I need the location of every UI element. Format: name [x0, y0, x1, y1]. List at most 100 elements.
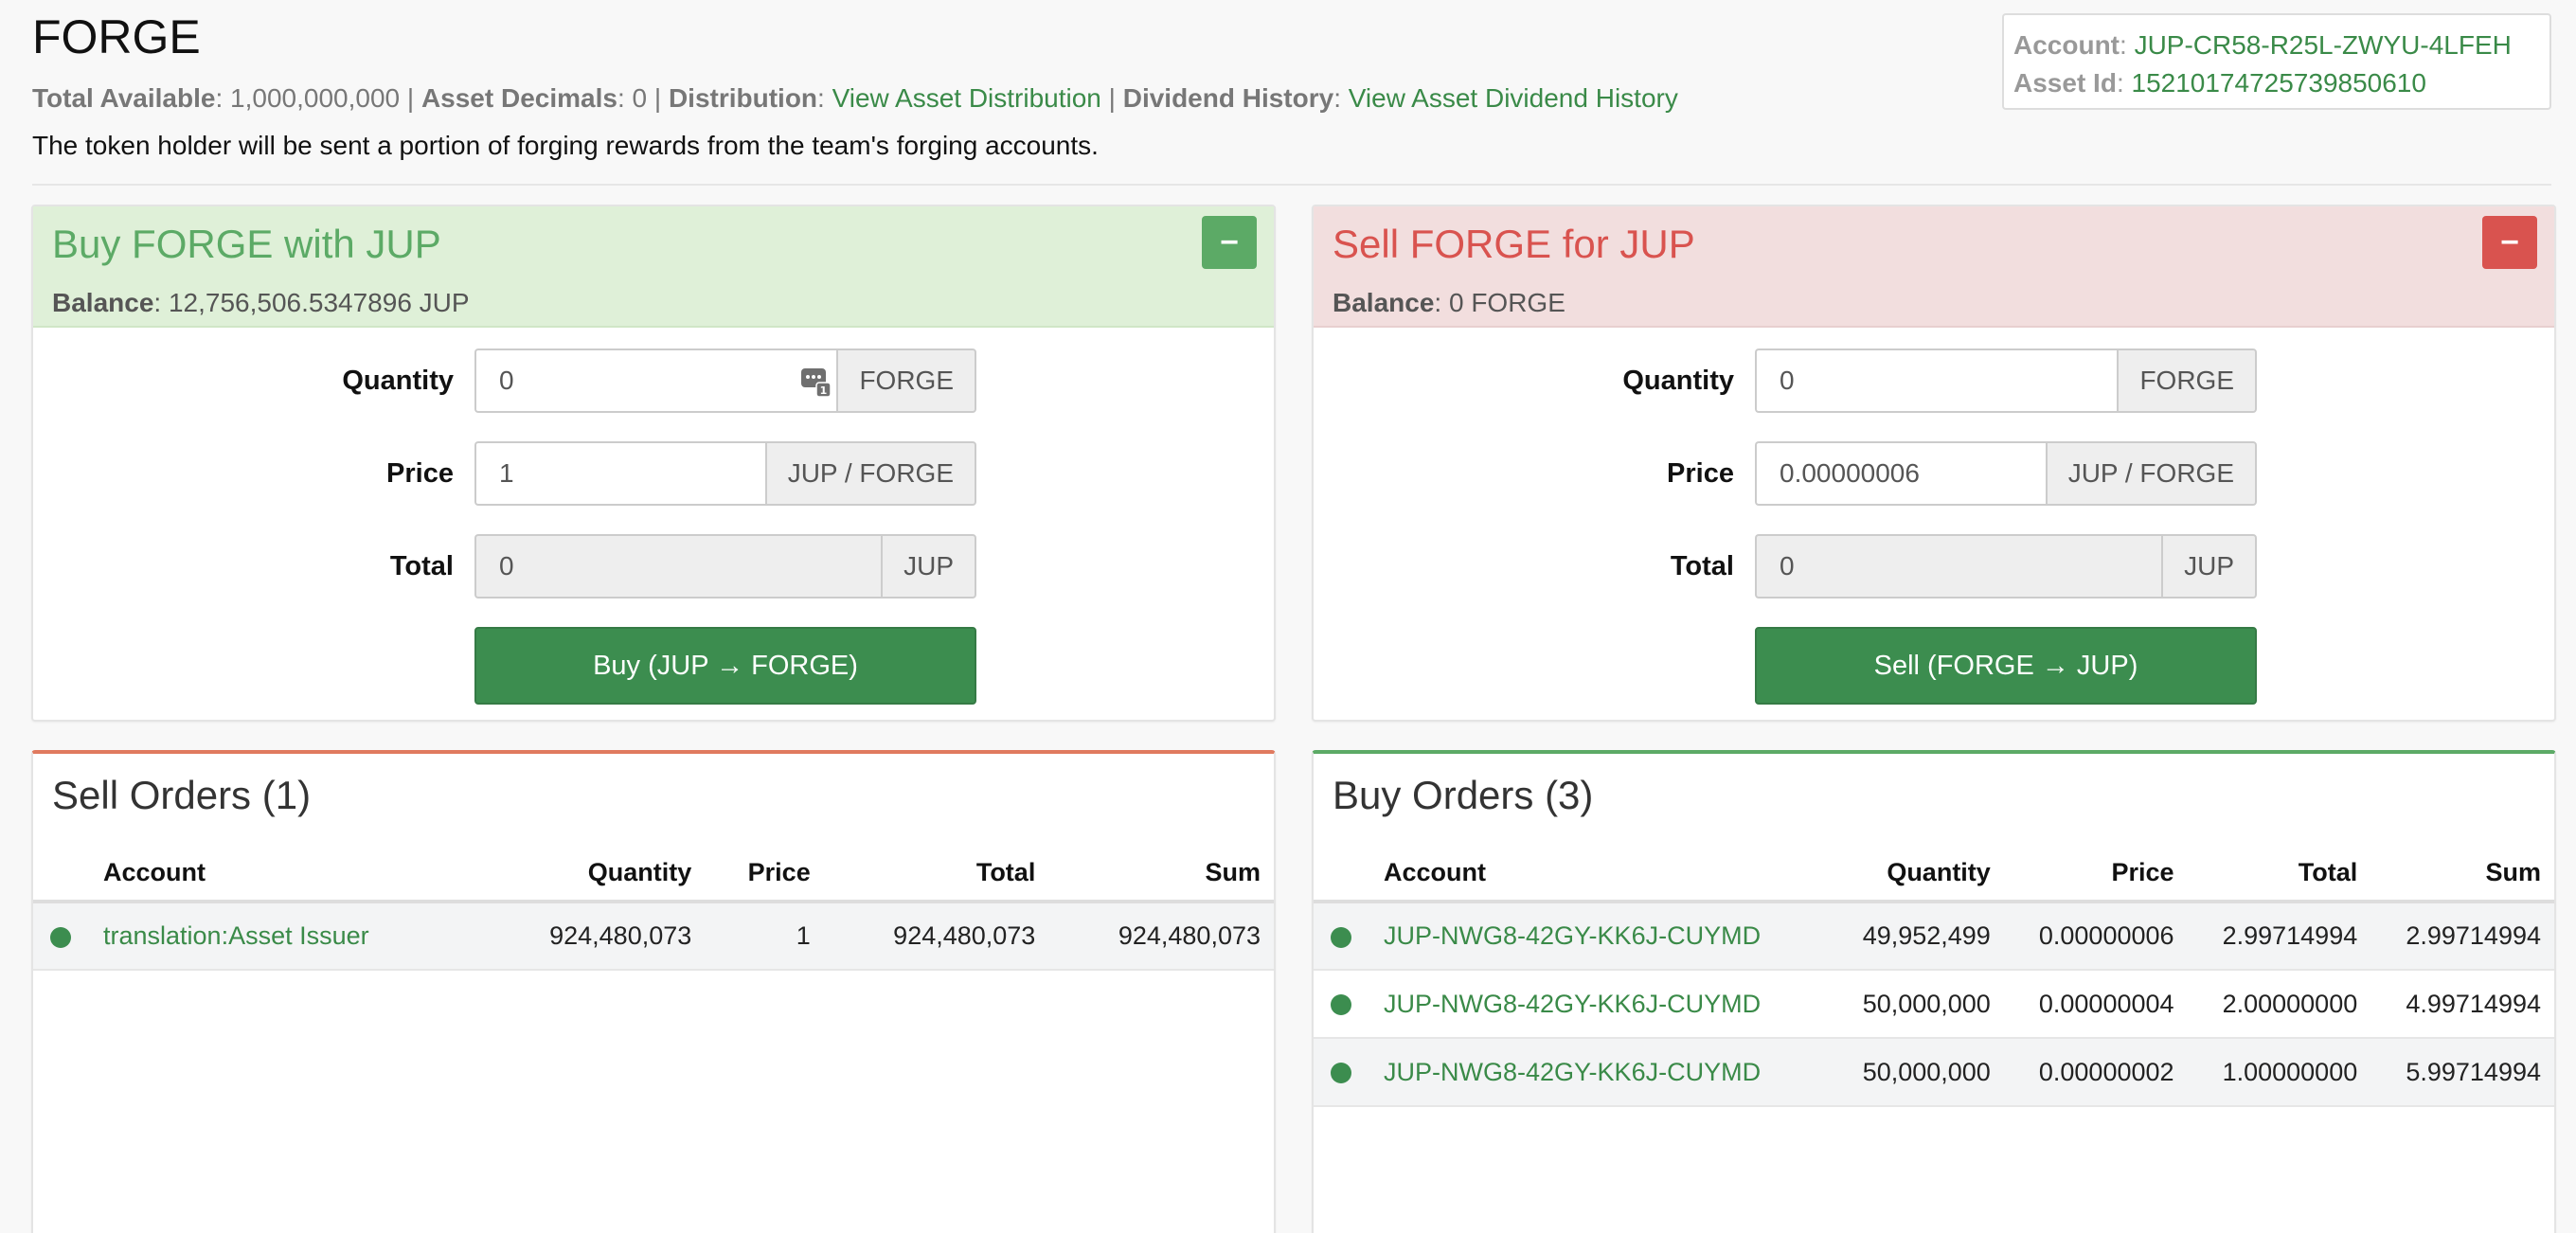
- price-cell: 0.00000006: [2003, 902, 2188, 971]
- price-cell: 0.00000004: [2003, 970, 2188, 1039]
- asset-id-link[interactable]: 15210174725739850610: [2132, 68, 2426, 98]
- buy-price-row: Price 1 JUP / FORGE: [33, 441, 1274, 506]
- buy-total-input: 0: [474, 534, 882, 599]
- asset-title: FORGE: [32, 10, 201, 63]
- buy-quantity-unit: FORGE: [836, 348, 976, 413]
- table-row[interactable]: JUP-NWG8-42GY-KK6J-CUYMD 50,000,000 0.00…: [1314, 970, 2554, 1039]
- sell-orders-table: Account Quantity Price Total Sum transla…: [33, 845, 1274, 971]
- buy-panel-title: Buy FORGE with JUP: [52, 222, 441, 266]
- sell-panel-title: Sell FORGE for JUP: [1333, 222, 1695, 266]
- distribution-link[interactable]: View Asset Distribution: [832, 83, 1101, 113]
- status-dot-cell: [1314, 1038, 1370, 1107]
- sell-total-row: Total 0 JUP: [1314, 534, 2554, 599]
- sell-price-group: 0.00000006 JUP / FORGE: [1755, 441, 2257, 506]
- sell-quantity-label: Quantity: [1622, 366, 1734, 396]
- status-dot-icon: [1331, 994, 1351, 1016]
- header-divider: [32, 184, 2551, 186]
- sell-balance: Balance: 0 FORGE: [1333, 288, 1565, 317]
- status-dot-icon: [50, 926, 71, 948]
- sell-price-unit: JUP / FORGE: [2045, 441, 2257, 506]
- buy-quantity-value: 0: [499, 366, 514, 395]
- dividend-history-link[interactable]: View Asset Dividend History: [1349, 83, 1678, 113]
- distribution-label: Distribution: [668, 83, 818, 113]
- buy-panel: Buy FORGE with JUP Balance: 12,756,506.5…: [31, 205, 1276, 722]
- total-cell: 1.00000000: [2187, 1038, 2371, 1107]
- decimals-value: 0: [632, 83, 648, 113]
- sell-price-input[interactable]: 0.00000006: [1755, 441, 2046, 506]
- sum-cell: 2.99714994: [2370, 902, 2554, 971]
- sell-balance-label: Balance: [1333, 288, 1435, 317]
- buy-orders-panel: Buy Orders (3) Account Quantity Price To…: [1312, 750, 2556, 1233]
- quantity-cell: 50,000,000: [1828, 1038, 2004, 1107]
- sell-quantity-input[interactable]: 0: [1755, 348, 2118, 413]
- sum-cell: 924,480,073: [1048, 902, 1274, 971]
- price-column-header: Price: [2003, 845, 2188, 903]
- svg-text:1: 1: [820, 384, 828, 397]
- total-available-value: 1,000,000,000: [230, 83, 401, 113]
- asset-description: The token holder will be sent a portion …: [32, 131, 1099, 160]
- quantity-cell: 50,000,000: [1828, 970, 2004, 1039]
- buy-collapse-button[interactable]: −: [1202, 216, 1257, 269]
- quantity-column-header: Quantity: [479, 845, 706, 903]
- asset-meta: Total Available: 1,000,000,000 | Asset D…: [32, 83, 1678, 113]
- sell-total-label: Total: [1670, 551, 1734, 581]
- sell-orders-header-row: Account Quantity Price Total Sum: [33, 845, 1274, 903]
- status-column-header: [33, 845, 90, 903]
- buy-orders-table: Account Quantity Price Total Sum JUP-NWG…: [1314, 845, 2554, 1107]
- account-link[interactable]: JUP-NWG8-42GY-KK6J-CUYMD: [1384, 1058, 1761, 1086]
- account-column-header: Account: [1370, 845, 1829, 903]
- total-column-header: Total: [823, 845, 1049, 903]
- buy-total-unit: JUP: [881, 534, 976, 599]
- buy-quantity-input[interactable]: 0 1: [474, 348, 837, 413]
- account-info-box: Account: JUP-CR58-R25L-ZWYU-4LFEH Asset …: [2002, 13, 2551, 110]
- account-link[interactable]: translation:Asset Issuer: [103, 921, 369, 950]
- buy-panel-header: Buy FORGE with JUP Balance: 12,756,506.5…: [33, 206, 1274, 328]
- sell-collapse-button[interactable]: −: [2482, 216, 2537, 269]
- table-row[interactable]: JUP-NWG8-42GY-KK6J-CUYMD 50,000,000 0.00…: [1314, 1038, 2554, 1107]
- quantity-column-header: Quantity: [1828, 845, 2004, 903]
- buy-price-unit: JUP / FORGE: [764, 441, 976, 506]
- status-dot-icon: [1331, 1063, 1351, 1084]
- account-label: Account: [2013, 30, 2120, 60]
- total-available-label: Total Available: [32, 83, 216, 113]
- buy-quantity-group: 0 1 FORGE: [474, 348, 976, 413]
- sell-quantity-unit: FORGE: [2117, 348, 2257, 413]
- sum-column-header: Sum: [2370, 845, 2554, 903]
- account-link[interactable]: JUP-NWG8-42GY-KK6J-CUYMD: [1384, 990, 1761, 1018]
- price-cell: 1: [705, 902, 824, 971]
- buy-total-group: 0 JUP: [474, 534, 976, 599]
- sell-total-unit: JUP: [2161, 534, 2257, 599]
- table-row[interactable]: translation:Asset Issuer 924,480,073 1 9…: [33, 902, 1274, 971]
- calculator-icon[interactable]: 1: [800, 366, 832, 398]
- asset-id-label: Asset Id: [2013, 68, 2117, 98]
- buy-balance: Balance: 12,756,506.5347896 JUP: [52, 288, 470, 317]
- sell-quantity-row: Quantity 0 FORGE: [1314, 348, 2554, 413]
- buy-orders-header-row: Account Quantity Price Total Sum: [1314, 845, 2554, 903]
- sum-column-header: Sum: [1048, 845, 1274, 903]
- buy-price-input[interactable]: 1: [474, 441, 765, 506]
- buy-total-label: Total: [389, 551, 454, 581]
- decimals-label: Asset Decimals: [420, 83, 617, 113]
- sell-panel: Sell FORGE for JUP Balance: 0 FORGE − Qu…: [1312, 205, 2556, 722]
- account-cell: translation:Asset Issuer: [90, 902, 480, 971]
- buy-total-row: Total 0 JUP: [33, 534, 1274, 599]
- buy-price-group: 1 JUP / FORGE: [474, 441, 976, 506]
- total-cell: 2.00000000: [2187, 970, 2371, 1039]
- quantity-cell: 924,480,073: [479, 902, 706, 971]
- status-dot-cell: [33, 902, 90, 971]
- sell-orders-title: Sell Orders (1): [52, 773, 312, 817]
- account-link[interactable]: JUP-NWG8-42GY-KK6J-CUYMD: [1384, 921, 1761, 950]
- table-row[interactable]: JUP-NWG8-42GY-KK6J-CUYMD 49,952,499 0.00…: [1314, 902, 2554, 971]
- buy-orders-title: Buy Orders (3): [1333, 773, 1594, 817]
- buy-button[interactable]: Buy (JUP → FORGE): [474, 627, 976, 705]
- status-dot-icon: [1331, 926, 1351, 948]
- sell-panel-header: Sell FORGE for JUP Balance: 0 FORGE −: [1314, 206, 2554, 328]
- sell-button[interactable]: Sell (FORGE → JUP): [1755, 627, 2257, 705]
- status-dot-cell: [1314, 902, 1370, 971]
- buy-quantity-label: Quantity: [342, 366, 454, 396]
- price-column-header: Price: [705, 845, 824, 903]
- buy-price-label: Price: [386, 458, 454, 489]
- account-link[interactable]: JUP-CR58-R25L-ZWYU-4LFEH: [2135, 30, 2512, 60]
- sell-total-group: 0 JUP: [1755, 534, 2257, 599]
- account-cell: JUP-NWG8-42GY-KK6J-CUYMD: [1370, 902, 1829, 971]
